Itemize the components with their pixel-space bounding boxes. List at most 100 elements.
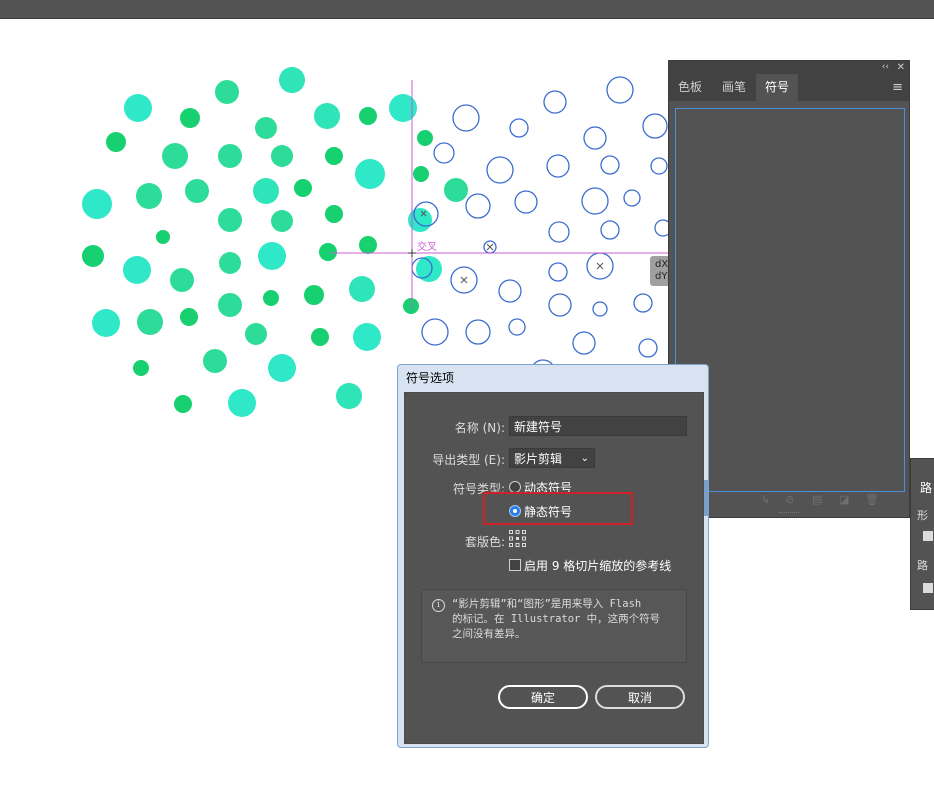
outline-dot[interactable] [581, 187, 609, 215]
outline-dot[interactable] [548, 293, 572, 317]
filled-dot[interactable] [180, 108, 200, 128]
filled-dot[interactable] [156, 230, 170, 244]
outline-dot[interactable] [509, 118, 529, 138]
filled-dot[interactable] [203, 349, 227, 373]
nine-slice-checkbox[interactable] [509, 559, 521, 571]
outline-dot[interactable] [592, 301, 608, 317]
filled-dot[interactable] [136, 183, 162, 209]
filled-dot[interactable] [215, 80, 239, 104]
filled-dot[interactable] [162, 143, 188, 169]
resize-grip[interactable] [779, 512, 799, 515]
ok-button[interactable]: 确定 [498, 685, 588, 709]
tab-symbols[interactable]: 符号 [756, 74, 799, 101]
new-symbol-icon[interactable]: ◪ [839, 493, 849, 506]
filled-dot[interactable] [294, 179, 312, 197]
filled-dot[interactable] [180, 308, 198, 326]
filled-dot[interactable] [349, 276, 375, 302]
outline-dot[interactable] [572, 331, 596, 355]
outline-dot[interactable] [543, 90, 567, 114]
outline-dot[interactable] [465, 193, 491, 219]
outline-dot[interactable] [600, 220, 620, 240]
outline-dot[interactable] [623, 189, 641, 207]
panel-title-bar[interactable]: ‹‹ ✕ [669, 61, 909, 74]
filled-dot[interactable] [268, 354, 296, 382]
filled-dot[interactable] [336, 383, 362, 409]
filled-dot[interactable] [123, 256, 151, 284]
outline-dot[interactable] [465, 319, 491, 345]
tab-brushes[interactable]: 画笔 [713, 74, 755, 101]
export-type-select[interactable]: 影片剪辑 ⌄ [509, 448, 595, 468]
nine-slice-label[interactable]: 启用 9 格切片缩放的参考线 [524, 557, 671, 574]
outline-dot[interactable] [452, 104, 480, 132]
filled-dot[interactable] [258, 242, 286, 270]
tab-swatches[interactable]: 色板 [669, 74, 711, 101]
filled-dot[interactable] [319, 243, 337, 261]
filled-dot[interactable] [174, 395, 192, 413]
filled-dot[interactable] [263, 290, 279, 306]
filled-dot[interactable] [124, 94, 152, 122]
outline-dot[interactable] [548, 221, 570, 243]
outline-dot[interactable] [514, 190, 538, 214]
delete-icon[interactable]: 🗑 [865, 493, 879, 506]
outline-dot[interactable] [638, 338, 658, 358]
outline-dot[interactable] [421, 318, 449, 346]
divide-icon[interactable] [923, 583, 933, 593]
place-symbol-icon[interactable]: ↳ [761, 493, 770, 506]
outline-dot[interactable] [486, 156, 514, 184]
break-link-icon[interactable]: ⊘ [785, 493, 794, 506]
pathfinder-title[interactable]: 路 [920, 479, 932, 496]
filled-dot[interactable] [170, 268, 194, 292]
filled-dot[interactable] [219, 252, 241, 274]
filled-dot[interactable] [133, 360, 149, 376]
filled-dot[interactable] [245, 323, 267, 345]
filled-dot[interactable] [218, 293, 242, 317]
filled-dot[interactable] [106, 132, 126, 152]
filled-dot[interactable] [389, 94, 417, 122]
outline-dot[interactable] [600, 155, 620, 175]
outline-dot[interactable] [642, 113, 668, 139]
outline-dot[interactable] [548, 262, 568, 282]
filled-dot[interactable] [359, 236, 377, 254]
filled-dot[interactable] [271, 210, 293, 232]
filled-dot[interactable] [353, 323, 381, 351]
symbol-options-icon[interactable]: ▤ [812, 493, 822, 506]
filled-dot[interactable] [218, 144, 242, 168]
unite-icon[interactable] [923, 531, 933, 541]
hamburger-menu-icon[interactable]: ≡ [892, 74, 903, 101]
filled-dot[interactable] [413, 166, 429, 182]
filled-dot[interactable] [185, 179, 209, 203]
filled-dot[interactable] [403, 298, 419, 314]
cancel-button[interactable]: 取消 [595, 685, 685, 709]
outline-dot[interactable] [498, 279, 522, 303]
name-input[interactable]: 新建符号 [509, 416, 687, 436]
dialog-scrollbar[interactable] [704, 480, 708, 516]
filled-dot[interactable] [137, 309, 163, 335]
filled-dot[interactable] [255, 117, 277, 139]
outline-dot[interactable] [606, 76, 634, 104]
filled-dot[interactable] [314, 103, 340, 129]
outline-dot[interactable] [433, 142, 455, 164]
filled-dot[interactable] [325, 147, 343, 165]
symbols-list[interactable] [675, 108, 905, 492]
filled-dot[interactable] [444, 178, 468, 202]
filled-dot[interactable] [218, 208, 242, 232]
filled-dot[interactable] [304, 285, 324, 305]
filled-dot[interactable] [359, 107, 377, 125]
double-chevron-left-icon[interactable]: ‹‹ [882, 61, 889, 74]
outline-dot[interactable] [583, 126, 607, 150]
outline-dot[interactable] [633, 293, 653, 313]
filled-dot[interactable] [311, 328, 329, 346]
filled-dot[interactable] [271, 145, 293, 167]
outline-dot[interactable] [508, 318, 526, 336]
filled-dot[interactable] [279, 67, 305, 93]
filled-dot[interactable] [228, 389, 256, 417]
registration-grid-icon[interactable] [509, 530, 526, 547]
filled-dot[interactable] [82, 245, 104, 267]
filled-dot[interactable] [253, 178, 279, 204]
filled-dot[interactable] [82, 189, 112, 219]
filled-dot[interactable] [355, 159, 385, 189]
outline-dot[interactable] [546, 154, 570, 178]
filled-dot[interactable] [92, 309, 120, 337]
filled-dot[interactable] [325, 205, 343, 223]
close-icon[interactable]: ✕ [897, 61, 905, 74]
